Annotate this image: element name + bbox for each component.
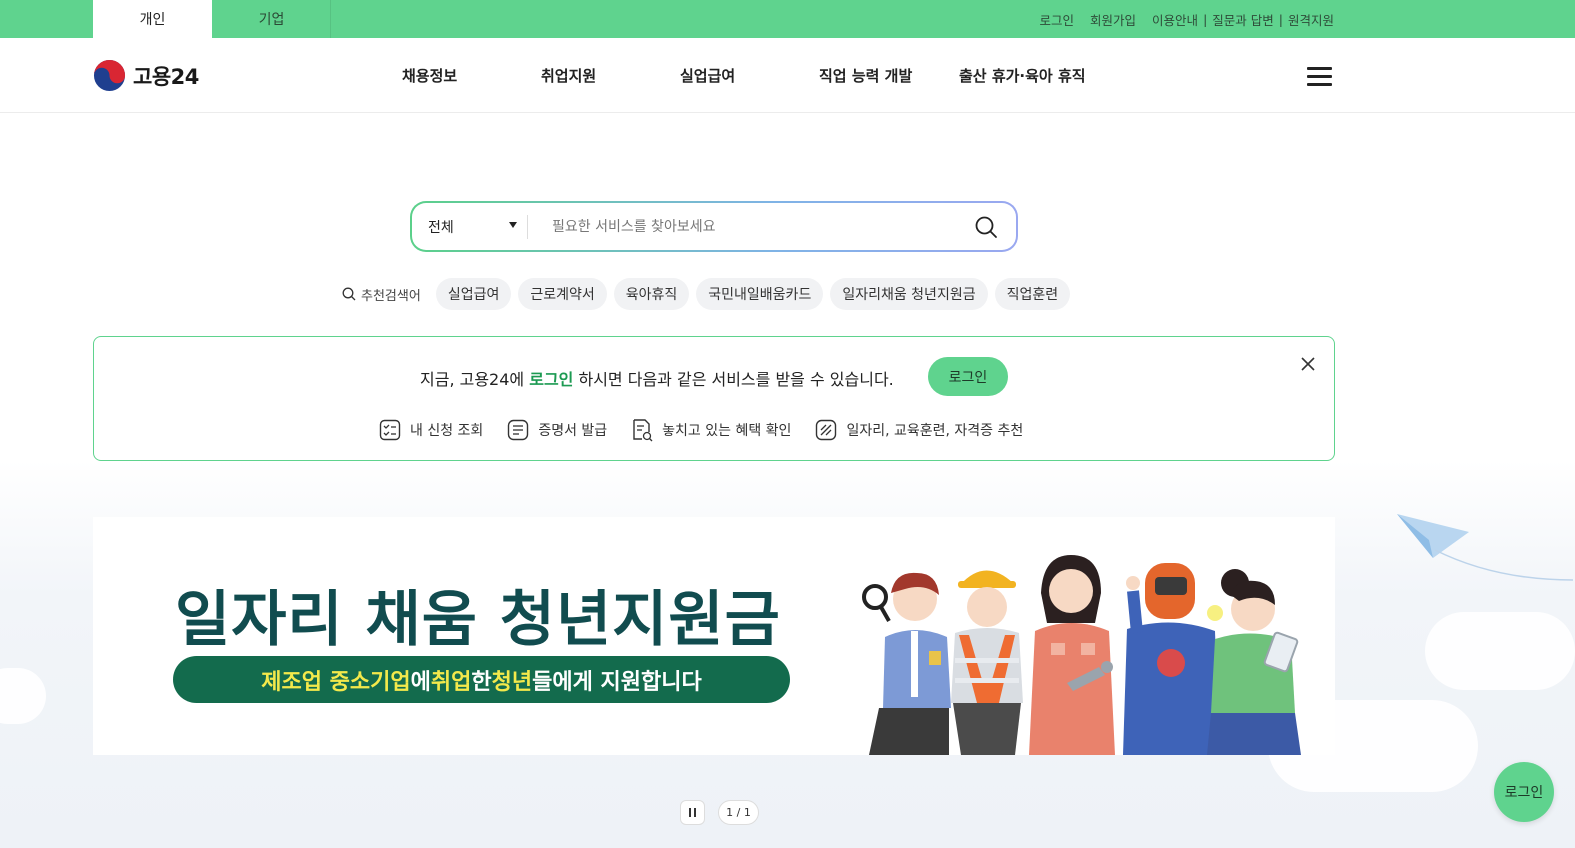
search-box: 전체: [410, 201, 1018, 252]
remote-support-link[interactable]: 원격지원: [1288, 10, 1334, 29]
banner-subtitle: 제조업 중소기업 에 취업 한 청년 들에게 지원합니다: [173, 656, 790, 703]
keyword-chip[interactable]: 실업급여: [435, 278, 512, 310]
guide-link[interactable]: 이용안내: [1152, 10, 1198, 29]
tab-personal[interactable]: 개인: [93, 0, 212, 38]
keywords-label-text: 추천검색어: [361, 288, 421, 304]
main-header: 고용24 채용정보 취업지원 실업급여 직업 능력 개발 출산 휴가·육아 휴직: [0, 38, 1575, 113]
taegeuk-logo-icon: [93, 59, 126, 92]
logo-text: 고용24: [133, 64, 199, 89]
utility-bar: 개인 기업 로그인 회원가입 이용안내 | 질문과 답변 | 원격지원: [0, 0, 1575, 38]
user-type-tabs: 개인 기업: [93, 0, 331, 38]
utility-links: 로그인 회원가입 이용안내 | 질문과 답변 | 원격지원: [1040, 0, 1334, 38]
banner-sub-text: 에: [410, 669, 431, 695]
banner-title: 일자리 채움 청년지원금: [175, 585, 781, 655]
signup-link[interactable]: 회원가입: [1090, 10, 1136, 29]
search-input[interactable]: [552, 213, 952, 241]
banner-sub-text: 들에게 지원합니다: [532, 669, 702, 695]
keyword-chip[interactable]: 육아휴직: [613, 278, 690, 310]
banner-sub-highlight: 취업: [430, 669, 472, 695]
service-my-applications[interactable]: 내 신청 조회: [379, 419, 483, 441]
login-services: 내 신청 조회 증명서 발급 놓치고 있는 혜택 확인 일자리, 교육훈련, 자…: [379, 418, 1047, 442]
keyword-chip[interactable]: 일자리채움 청년지원금: [830, 278, 988, 310]
login-link[interactable]: 로그인: [1040, 10, 1075, 29]
checklist-icon: [379, 419, 401, 441]
slide-counter: 1 / 1: [718, 800, 759, 825]
notice-message: 지금, 고용24에 로그인 하시면 다음과 같은 서비스를 받을 수 있습니다.: [420, 366, 894, 390]
banner-sub-text: 한: [471, 669, 492, 695]
keyword-chip[interactable]: 직업훈련: [994, 278, 1071, 310]
qna-link[interactable]: 질문과 답변: [1212, 10, 1273, 29]
link-separator: |: [1203, 11, 1208, 27]
banner-sub-highlight: 제조업 중소기업: [261, 669, 411, 695]
notice-login-highlight: 로그인: [529, 370, 574, 389]
workers-illustration: [862, 555, 1301, 755]
keyword-chip[interactable]: 근로계약서: [518, 278, 607, 310]
hamburger-icon[interactable]: [1307, 67, 1332, 86]
keyword-chip[interactable]: 국민내일배움카드: [696, 278, 824, 310]
search-inner: 전체: [412, 203, 1016, 250]
service-label: 증명서 발급: [538, 423, 608, 439]
pause-icon[interactable]: [680, 800, 705, 825]
recommend-icon: [816, 419, 837, 441]
cloud-decoration: [1425, 612, 1575, 690]
chevron-down-icon[interactable]: [509, 222, 517, 228]
login-notice-box: 지금, 고용24에 로그인 하시면 다음과 같은 서비스를 받을 수 있습니다.…: [93, 336, 1335, 461]
nav-employment-support[interactable]: 취업지원: [541, 65, 596, 86]
service-label: 일자리, 교육훈련, 자격증 추천: [846, 423, 1024, 439]
benefit-search-icon: [633, 419, 653, 442]
banner-sub-highlight: 청년: [491, 669, 533, 695]
tab-divider: [330, 0, 331, 38]
keywords-label: 추천검색어: [342, 285, 421, 304]
service-label: 놓치고 있는 혜택 확인: [662, 423, 792, 439]
search-icon: [342, 287, 356, 301]
floating-login-button[interactable]: 로그인: [1494, 762, 1554, 822]
site-logo[interactable]: 고용24: [93, 59, 199, 92]
recommended-keywords: 추천검색어 실업급여 근로계약서 육아휴직 국민내일배움카드 일자리채움 청년지…: [342, 278, 1077, 310]
service-benefit-check[interactable]: 놓치고 있는 혜택 확인: [631, 418, 791, 442]
nav-skill-development[interactable]: 직업 능력 개발: [819, 65, 912, 86]
nav-parental-leave[interactable]: 출산 휴가·육아 휴직: [959, 65, 1086, 86]
service-certificate[interactable]: 증명서 발급: [507, 419, 607, 441]
paper-plane-icon: [1397, 514, 1574, 581]
notice-login-button[interactable]: 로그인: [928, 357, 1008, 396]
close-icon[interactable]: [1300, 356, 1316, 372]
search-icon[interactable]: [974, 215, 998, 239]
service-recommend[interactable]: 일자리, 교육훈련, 자격증 추천: [815, 419, 1023, 441]
notice-text: 하시면 다음과 같은 서비스를 받을 수 있습니다.: [573, 370, 894, 389]
notice-text: 지금, 고용24에: [420, 370, 530, 389]
search-divider: [527, 215, 528, 239]
nav-unemployment-benefit[interactable]: 실업급여: [680, 65, 735, 86]
main-banner[interactable]: 일자리 채움 청년지원금 제조업 중소기업 에 취업 한 청년 들에게 지원합니다: [93, 517, 1335, 755]
link-separator: |: [1278, 11, 1283, 27]
certificate-icon: [508, 419, 529, 441]
service-label: 내 신청 조회: [410, 423, 484, 439]
search-category-select[interactable]: 전체: [428, 217, 454, 237]
nav-job-info[interactable]: 채용정보: [402, 65, 457, 86]
tab-business[interactable]: 기업: [212, 0, 331, 38]
